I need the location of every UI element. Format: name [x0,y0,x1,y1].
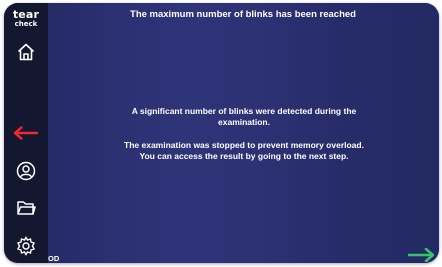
examination-stopped-message: The examination was stopped to prevent m… [60,140,428,161]
message-line: You can access the result by going to th… [60,151,428,162]
main-panel [48,3,439,263]
logo-line-2: check [4,21,48,28]
device-screen: tear check [4,3,439,263]
back-arrow-icon[interactable] [14,121,38,145]
app-logo: tear check [4,9,48,28]
logo-line-1: tear [4,9,48,20]
blinks-detected-message: A significant number of blinks were dete… [60,106,428,127]
page-title: The maximum number of blinks has been re… [44,9,442,20]
eye-label: OD [48,254,59,263]
user-icon[interactable] [14,159,38,183]
settings-icon[interactable] [14,234,38,258]
message-line: The examination was stopped to prevent m… [60,140,428,151]
folder-icon[interactable] [14,196,38,220]
home-icon[interactable] [14,40,38,64]
message-line: examination. [60,117,428,128]
sidebar: tear check [4,3,48,263]
message-line: A significant number of blinks were dete… [60,106,428,117]
next-arrow-icon[interactable] [408,248,434,262]
